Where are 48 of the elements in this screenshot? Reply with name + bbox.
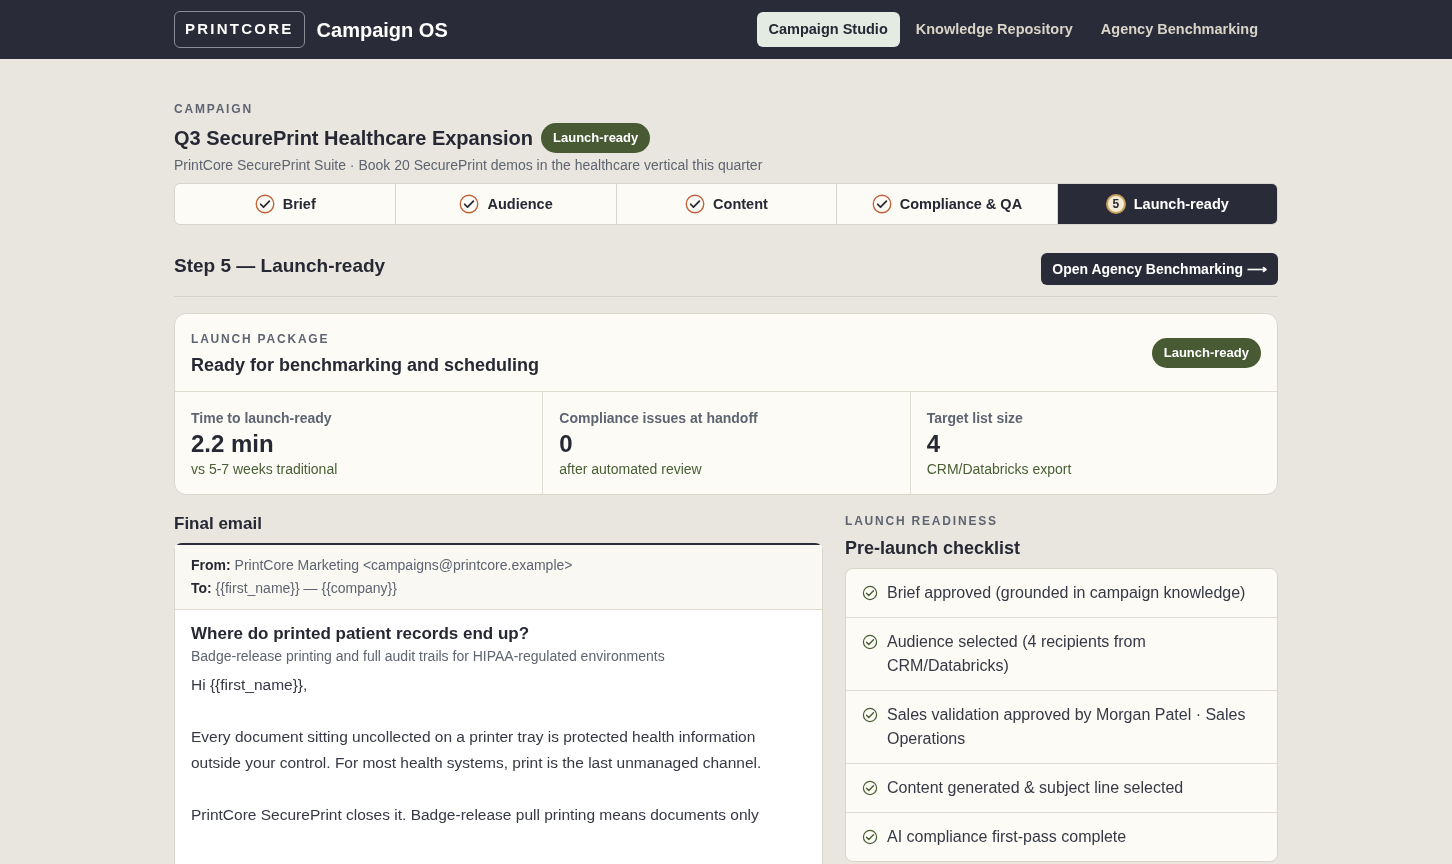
- checklist-item: Sales validation approved by Morgan Patel · Sales Operations: [887, 705, 1247, 749]
- package-title: Ready for benchmarking and scheduling: [191, 354, 540, 377]
- metric-value: 4: [926, 429, 941, 459]
- status-badge: Launch-ready: [541, 123, 651, 153]
- email-paragraph: Every document sitting uncollected on a printer tray is protected health information outside your control. For most health systems, print is the last unmanaged channel.: [191, 727, 763, 773]
- metric-label: Time to launch-ready: [191, 409, 333, 428]
- section-title: Pre-launch checklist: [845, 537, 1022, 560]
- metric-note: CRM/Databricks export: [926, 460, 1073, 479]
- nav-tab[interactable]: Knowledge Repository: [903, 11, 1085, 48]
- section-title: Final email: [174, 513, 263, 535]
- metric-value: 2.2 min: [191, 429, 275, 459]
- metric-value: 0: [559, 429, 574, 459]
- section-eyebrow: LAUNCH PACKAGE: [191, 331, 331, 348]
- check-circle-icon: [459, 194, 480, 214]
- campaign-subtitle: PrintCore SecurePrint Suite · Book 20 SecurePrint demos in the healthcare vertical this quarter: [174, 156, 764, 175]
- email-paragraph: Hi {{first_name}},: [191, 675, 309, 695]
- check-circle-icon: [254, 194, 275, 214]
- metric-note: after automated review: [559, 460, 703, 479]
- open-benchmarking-button[interactable]: Open Agency Benchmarking ⟶: [1041, 253, 1278, 285]
- checklist-item: AI compliance first-pass complete: [887, 827, 1127, 847]
- step-tab[interactable]: Compliance & QA: [836, 184, 1057, 224]
- checklist-item: Content generated & subject line selected: [887, 778, 1184, 798]
- metric-label: Target list size: [926, 409, 1024, 428]
- step-tab[interactable]: Audience: [395, 184, 616, 224]
- email-subject: Where do printed patient records end up?: [191, 623, 531, 645]
- app-name: Campaign OS: [316, 17, 448, 43]
- check-circle-icon: [871, 194, 892, 214]
- checklist-item: Audience selected (4 recipients from CRM/Databricks): [887, 632, 1147, 676]
- metric-label: Compliance issues at handoff: [559, 409, 759, 428]
- section-eyebrow: CAMPAIGN: [174, 101, 254, 118]
- nav-tab[interactable]: Agency Benchmarking: [1088, 11, 1270, 48]
- checklist-item: Brief approved (grounded in campaign knowledge): [887, 583, 1246, 603]
- from-line: From: PrintCore Marketing <campaigns@printcore.example>: [191, 556, 574, 575]
- campaign-title: Q3 SecurePrint Healthcare Expansion: [174, 126, 534, 151]
- step-title: Step 5 — Launch-ready: [174, 254, 386, 278]
- status-badge: Launch-ready: [1151, 338, 1261, 368]
- email-paragraph: PrintCore SecurePrint closes it. Badge-release pull printing means documents only: [191, 805, 760, 825]
- section-eyebrow: LAUNCH READINESS: [845, 513, 999, 530]
- nav-tab[interactable]: Campaign Studio: [756, 11, 900, 48]
- metric-note: vs 5-7 weeks traditional: [191, 460, 339, 479]
- step-tab[interactable]: Content: [615, 184, 837, 224]
- logo: PRINTCORE: [174, 11, 305, 48]
- email-preheader: Badge-release printing and full audit trails for HIPAA-regulated environments: [191, 647, 666, 666]
- step-number: 5: [1105, 194, 1126, 214]
- check-circle-icon: [685, 194, 706, 214]
- step-tab[interactable]: 5 Launch-ready: [1056, 184, 1277, 224]
- step-tab[interactable]: Brief: [175, 184, 396, 224]
- to-line: To: {{first_name}} — {{company}}: [191, 579, 398, 598]
